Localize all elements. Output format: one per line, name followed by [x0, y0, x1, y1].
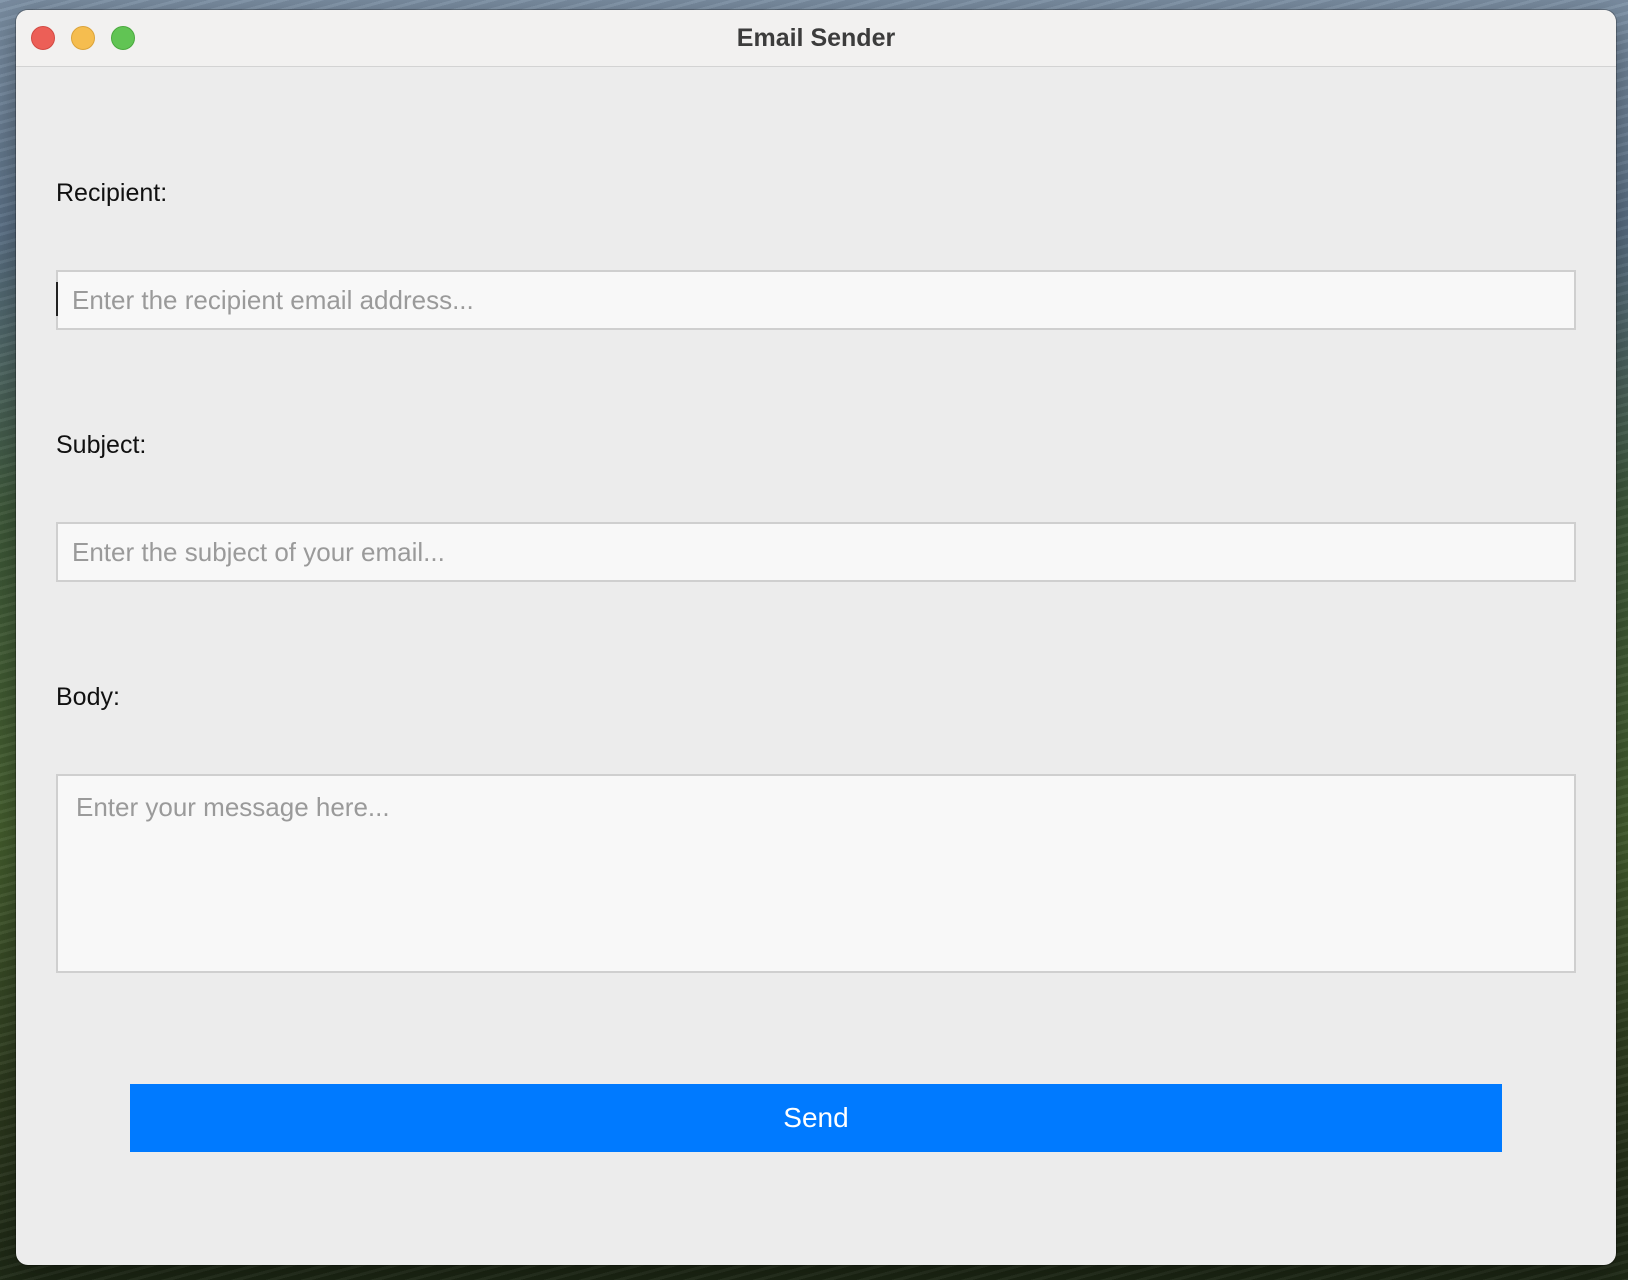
body-textarea[interactable]: [56, 774, 1576, 973]
recipient-input[interactable]: [56, 270, 1576, 330]
subject-input[interactable]: [56, 522, 1576, 582]
window-title: Email Sender: [736, 24, 896, 52]
subject-label: Subject:: [56, 431, 147, 459]
recipient-label: Recipient:: [56, 179, 168, 207]
text-cursor: [56, 282, 58, 316]
email-sender-window: Email Sender Recipient: Subject: Body: S…: [16, 10, 1616, 1265]
send-button[interactable]: Send: [130, 1084, 1502, 1152]
body-label: Body:: [56, 683, 120, 711]
title-bar: Email Sender: [16, 10, 1616, 67]
